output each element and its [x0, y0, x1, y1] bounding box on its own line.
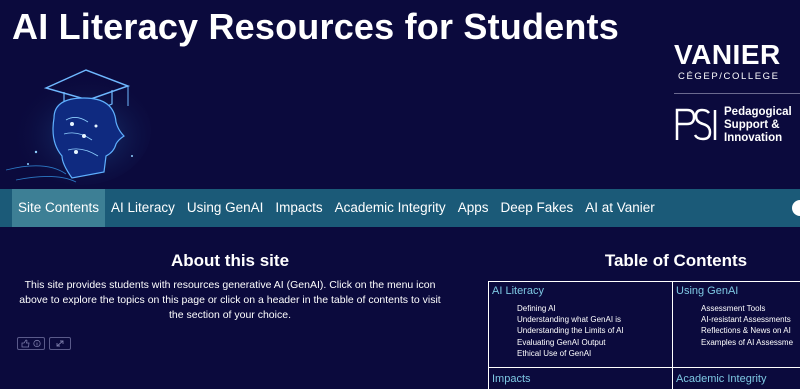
toc-section-link[interactable]: Using GenAI — [676, 285, 800, 297]
nav-item-impacts[interactable]: Impacts — [269, 189, 328, 227]
toc-item-link[interactable]: Assessment Tools — [701, 303, 800, 314]
toc-item-link[interactable]: Examples of AI Assessme — [701, 337, 800, 348]
toc-cell-ai-literacy: AI Literacy Defining AI Understanding wh… — [492, 285, 670, 367]
toc-item-link[interactable]: AI-resistant Assessments — [701, 314, 800, 325]
toc-item-link[interactable]: Reflections & News on AI — [701, 325, 800, 336]
main-navbar: Site Contents AI Literacy Using GenAI Im… — [0, 189, 800, 227]
toc-cell-using-genai: Using GenAI Assessment Tools AI-resistan… — [676, 285, 800, 367]
nav-item-ai-at-vanier[interactable]: AI at Vanier — [579, 189, 661, 227]
toc-item-link[interactable]: Understanding what GenAI is — [517, 314, 670, 325]
page-title: AI Literacy Resources for Students — [12, 6, 619, 47]
table-of-contents: AI Literacy Defining AI Understanding wh… — [488, 281, 800, 389]
nav-item-deep-fakes[interactable]: Deep Fakes — [494, 189, 579, 227]
psi-text: Pedagogical Support & Innovation — [724, 106, 800, 145]
logo-divider — [674, 93, 800, 94]
site-header: AI Literacy Resources for Students VANIE… — [0, 0, 800, 189]
about-heading: About this site — [170, 251, 290, 270]
nav-item-using-genai[interactable]: Using GenAI — [181, 189, 270, 227]
nav-item-apps[interactable]: Apps — [452, 189, 495, 227]
psi-mark-icon — [675, 108, 717, 141]
nav-item-academic-integrity[interactable]: Academic Integrity — [329, 189, 452, 227]
thumbs-up-icon — [21, 339, 41, 348]
fullscreen-button[interactable] — [49, 337, 71, 350]
nav-item-site-contents[interactable]: Site Contents — [12, 189, 106, 227]
toc-section-link[interactable]: Academic Integrity — [676, 373, 800, 385]
vanier-wordmark: VANIER — [674, 39, 781, 70]
toc-item-link[interactable]: Ethical Use of GenAI — [517, 348, 670, 359]
expand-icon — [56, 340, 64, 347]
vanier-logo: VANIER CÉGEP/COLLEGE — [674, 39, 800, 83]
toc-border — [672, 281, 673, 389]
toc-item-link[interactable]: Understanding the Limits of AI — [517, 325, 670, 336]
vanier-subtitle: CÉGEP/COLLEGE — [678, 71, 780, 82]
feedback-button[interactable] — [17, 337, 45, 350]
toc-border — [488, 367, 800, 368]
psi-line: Support & — [724, 119, 780, 131]
toc-item-link[interactable]: Defining AI — [517, 303, 670, 314]
toc-section-link[interactable]: Impacts — [492, 373, 670, 385]
toc-cell-academic-integrity: Academic Integrity — [676, 373, 800, 389]
about-text: This site provides students with resourc… — [19, 279, 441, 321]
psi-line: Innovation — [724, 132, 783, 144]
toc-border — [488, 281, 489, 389]
psi-line: Pedagogical — [724, 106, 792, 118]
ai-head-hero-image — [6, 69, 151, 185]
toc-border — [488, 281, 800, 282]
nav-item-ai-literacy[interactable]: AI Literacy — [105, 189, 181, 227]
menu-toggle-icon[interactable] — [792, 200, 800, 216]
toc-item-link[interactable]: Evaluating GenAI Output — [517, 337, 670, 348]
psi-logo: Pedagogical Support & Innovation — [674, 106, 800, 146]
toc-section-link[interactable]: AI Literacy — [492, 285, 670, 297]
toc-cell-impacts: Impacts — [492, 373, 670, 389]
toc-heading: Table of Contents — [604, 251, 748, 270]
